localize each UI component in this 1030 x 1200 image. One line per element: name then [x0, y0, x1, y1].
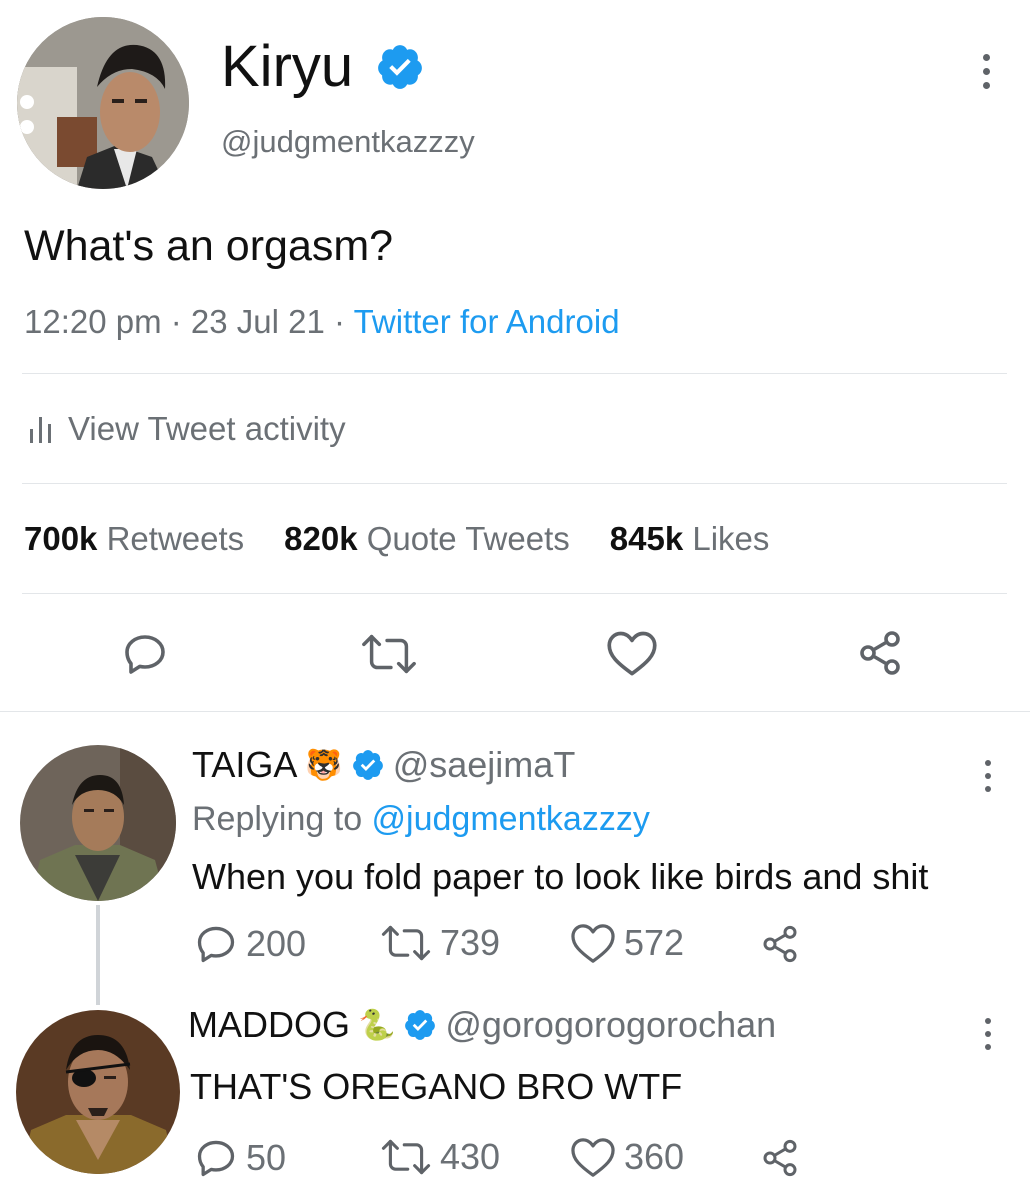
avatar-image	[16, 1010, 180, 1174]
more-vertical-icon[interactable]	[983, 1018, 993, 1050]
author-name-row: Kiryu	[221, 38, 425, 96]
reply-button[interactable]: 200	[194, 922, 306, 966]
divider	[0, 711, 1030, 712]
quote-tweets-label: Quote Tweets	[366, 520, 570, 557]
retweets-count: 700k	[24, 520, 98, 557]
avatar-image	[20, 745, 176, 901]
reply-author-handle[interactable]: @gorogorogorochan	[445, 1004, 776, 1046]
retweet-icon	[381, 925, 431, 961]
reply-icon[interactable]	[121, 630, 169, 678]
share-icon	[763, 925, 797, 963]
reply-author-name[interactable]: TAIGA	[192, 744, 297, 786]
reply-header: TAIGA 🐯 @saejimaT	[192, 744, 575, 786]
retweet-button[interactable]: 430	[380, 1136, 500, 1178]
share-button[interactable]	[760, 1138, 800, 1178]
retweets-stat[interactable]: 700k Retweets	[24, 520, 244, 558]
author-handle[interactable]: @judgmentkazzzy	[221, 124, 475, 160]
more-vertical-icon[interactable]	[983, 760, 993, 792]
tweet-text: What's an orgasm?	[24, 222, 394, 270]
reply-button[interactable]: 50	[194, 1136, 286, 1180]
tiger-emoji: 🐯	[305, 748, 343, 782]
replying-to-label: Replying to	[192, 800, 372, 838]
more-vertical-icon[interactable]	[981, 54, 991, 89]
replying-to-link[interactable]: @judgmentkazzzy	[372, 800, 650, 838]
view-activity-link[interactable]: View Tweet activity	[26, 410, 346, 448]
author-avatar[interactable]	[17, 17, 189, 189]
retweet-icon[interactable]	[360, 632, 418, 676]
heart-icon	[571, 1138, 615, 1177]
retweet-button[interactable]: 739	[380, 922, 500, 964]
share-button[interactable]	[760, 924, 800, 964]
reply-author-handle[interactable]: @saejimaT	[393, 744, 576, 786]
likes-count: 845k	[609, 520, 684, 557]
likes-label: Likes	[692, 520, 770, 557]
tweet-meta: 12:20 pm · 23 Jul 21 · Twitter for Andro…	[24, 303, 620, 341]
reply-count: 200	[246, 923, 307, 964]
retweet-count: 739	[440, 922, 501, 963]
reply-count: 50	[246, 1137, 287, 1178]
retweet-icon	[381, 1139, 431, 1175]
share-icon	[763, 1139, 797, 1177]
verified-badge-icon	[405, 1010, 436, 1040]
tweet-source-link[interactable]: Twitter for Android	[354, 303, 620, 340]
thread-connector	[96, 905, 100, 1005]
like-count: 360	[624, 1136, 685, 1177]
author-name[interactable]: Kiryu	[221, 38, 353, 96]
replying-to: Replying to @judgmentkazzzy	[192, 800, 650, 839]
reply-avatar-maddog[interactable]	[16, 1010, 180, 1174]
divider	[22, 593, 1007, 594]
retweet-count: 430	[440, 1136, 501, 1177]
like-button[interactable]: 360	[570, 1136, 684, 1178]
avatar-image	[17, 17, 189, 189]
meta-separator: ·	[161, 303, 191, 340]
heart-icon	[571, 924, 615, 963]
reply-icon	[197, 1140, 235, 1177]
reply-author-name[interactable]: MADDOG	[188, 1004, 350, 1046]
tweet-time[interactable]: 12:20 pm	[24, 303, 162, 340]
verified-badge-icon	[378, 45, 423, 89]
reply-text: THAT'S OREGANO BRO WTF	[190, 1066, 683, 1107]
tweet-stats: 700k Retweets 820k Quote Tweets 845k Lik…	[24, 520, 769, 558]
quote-tweets-count: 820k	[284, 520, 358, 557]
reply-header: MADDOG 🐍 @gorogorogorochan	[188, 1004, 776, 1046]
heart-icon[interactable]	[606, 629, 658, 677]
verified-badge-icon	[352, 750, 383, 780]
bar-chart-icon	[30, 417, 51, 443]
reply-avatar-taiga[interactable]	[20, 745, 176, 901]
share-icon[interactable]	[856, 629, 904, 677]
divider	[22, 373, 1007, 374]
retweets-label: Retweets	[106, 520, 245, 557]
reply-text: When you fold paper to look like birds a…	[192, 856, 929, 897]
snake-emoji: 🐍	[358, 1008, 396, 1042]
likes-stat[interactable]: 845k Likes	[610, 520, 770, 558]
reply-icon	[197, 926, 235, 963]
tweet-date[interactable]: 23 Jul 21	[191, 303, 325, 340]
divider	[22, 483, 1007, 484]
like-count: 572	[624, 922, 685, 963]
meta-separator: ·	[324, 303, 354, 340]
quote-tweets-stat[interactable]: 820k Quote Tweets	[284, 520, 570, 558]
like-button[interactable]: 572	[570, 922, 684, 964]
view-activity-label: View Tweet activity	[68, 410, 346, 447]
